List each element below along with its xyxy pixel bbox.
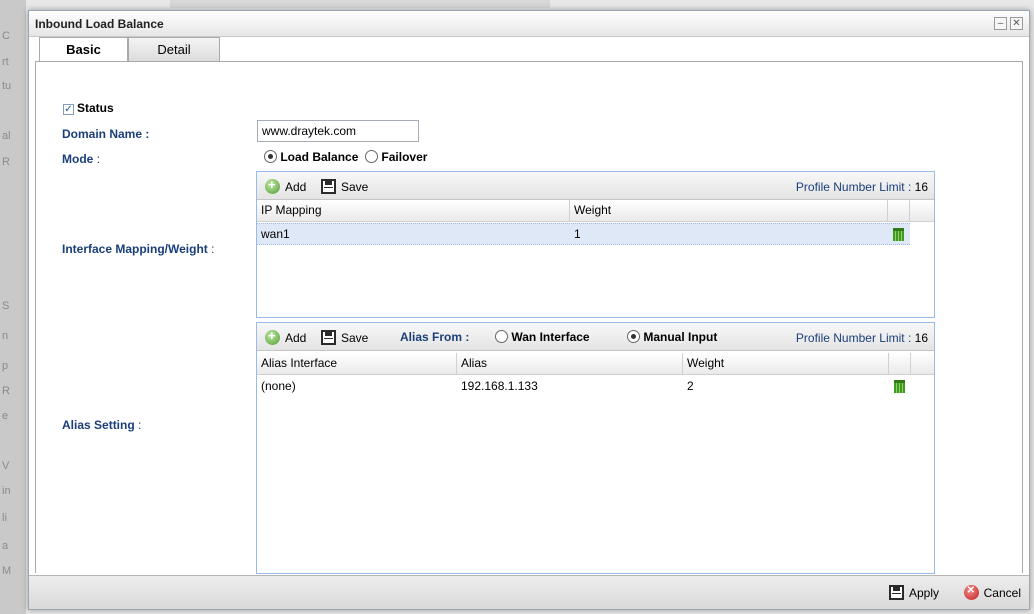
cell-alias: 192.168.1.133: [461, 379, 538, 393]
add-icon: [265, 328, 280, 345]
interface-add-button[interactable]: Add: [265, 177, 306, 194]
interface-grid-header: IP Mapping Weight: [257, 200, 934, 222]
cell-ip-mapping: wan1: [261, 227, 290, 241]
domain-name-input[interactable]: [257, 120, 419, 142]
dialog-footer: Apply Cancel: [29, 575, 1029, 609]
radio-load-balance[interactable]: [264, 150, 277, 163]
close-button[interactable]: ✕: [1010, 17, 1023, 30]
column-ip-mapping[interactable]: IP Mapping: [257, 200, 570, 222]
interface-profile-limit: Profile Number Limit : 16: [795, 180, 928, 194]
background-app-header: [170, 0, 550, 8]
tab-basic[interactable]: Basic: [39, 37, 128, 62]
dialog-title: Inbound Load Balance: [35, 17, 164, 31]
alias-from-wan-interface-option[interactable]: Wan Interface: [495, 330, 590, 344]
alias-grid-header: Alias Interface Alias Weight: [257, 353, 934, 375]
interface-mapping-label: Interface Mapping/Weight :: [62, 242, 215, 256]
alias-from-label: Alias From :: [400, 330, 470, 344]
save-icon: [321, 330, 336, 345]
column-weight[interactable]: Weight: [570, 200, 888, 222]
alias-profile-limit: Profile Number Limit : 16: [795, 331, 928, 345]
interface-mapping-toolbar: Add Save Profile Number Limit : 16: [257, 172, 934, 200]
save-icon: [321, 179, 336, 194]
status-checkbox[interactable]: ✓: [63, 104, 74, 115]
mode-radio-group: Load Balance Failover: [264, 150, 427, 164]
mode-load-balance-option[interactable]: Load Balance: [264, 150, 358, 164]
trash-icon[interactable]: [894, 380, 905, 393]
table-row[interactable]: wan1 1: [257, 223, 910, 245]
dialog-titlebar[interactable]: Inbound Load Balance – ✕: [29, 11, 1029, 37]
basic-tab-content: ✓ Status Domain Name : Mode : Load Balan…: [35, 62, 1023, 574]
table-row[interactable]: (none) 192.168.1.133 2: [257, 376, 911, 398]
column-alias-interface[interactable]: Alias Interface: [257, 353, 457, 375]
column-alias[interactable]: Alias: [457, 353, 683, 375]
cell-alias-interface: (none): [261, 379, 296, 393]
cell-alias-weight: 2: [687, 379, 694, 393]
status-label: Status: [77, 101, 114, 115]
radio-failover[interactable]: [365, 150, 379, 163]
inbound-load-balance-dialog: Inbound Load Balance – ✕ Basic Detail ✓ …: [28, 10, 1030, 610]
column-alias-weight[interactable]: Weight: [683, 353, 889, 375]
save-icon: [888, 585, 904, 600]
trash-icon[interactable]: [893, 228, 904, 241]
tab-detail[interactable]: Detail: [128, 37, 220, 61]
alias-setting-label: Alias Setting :: [62, 418, 142, 432]
cancel-button[interactable]: Cancel: [963, 585, 1021, 600]
alias-add-button[interactable]: Add: [265, 328, 306, 345]
add-icon: [265, 177, 280, 194]
interface-save-button[interactable]: Save: [321, 179, 368, 194]
minimize-button[interactable]: –: [994, 17, 1007, 30]
mode-label: Mode :: [62, 152, 101, 166]
interface-mapping-grid: Add Save Profile Number Limit : 16 IP Ma…: [256, 171, 935, 318]
alias-from-manual-input-option[interactable]: Manual Input: [627, 330, 717, 344]
background-app-strip: Crt tu al R S npR e Vin li a M: [0, 0, 26, 614]
radio-manual-input[interactable]: [627, 330, 640, 343]
alias-toolbar: Add Save Alias From : Wan Interface Manu…: [257, 323, 934, 351]
domain-name-label: Domain Name :: [62, 127, 150, 141]
cell-weight: 1: [574, 227, 581, 241]
radio-wan-interface[interactable]: [495, 330, 508, 343]
apply-button[interactable]: Apply: [888, 585, 939, 600]
alias-setting-grid: Add Save Alias From : Wan Interface Manu…: [256, 322, 935, 574]
mode-failover-option[interactable]: Failover: [365, 150, 427, 164]
cancel-icon: [963, 585, 979, 600]
alias-save-button[interactable]: Save: [321, 330, 368, 345]
